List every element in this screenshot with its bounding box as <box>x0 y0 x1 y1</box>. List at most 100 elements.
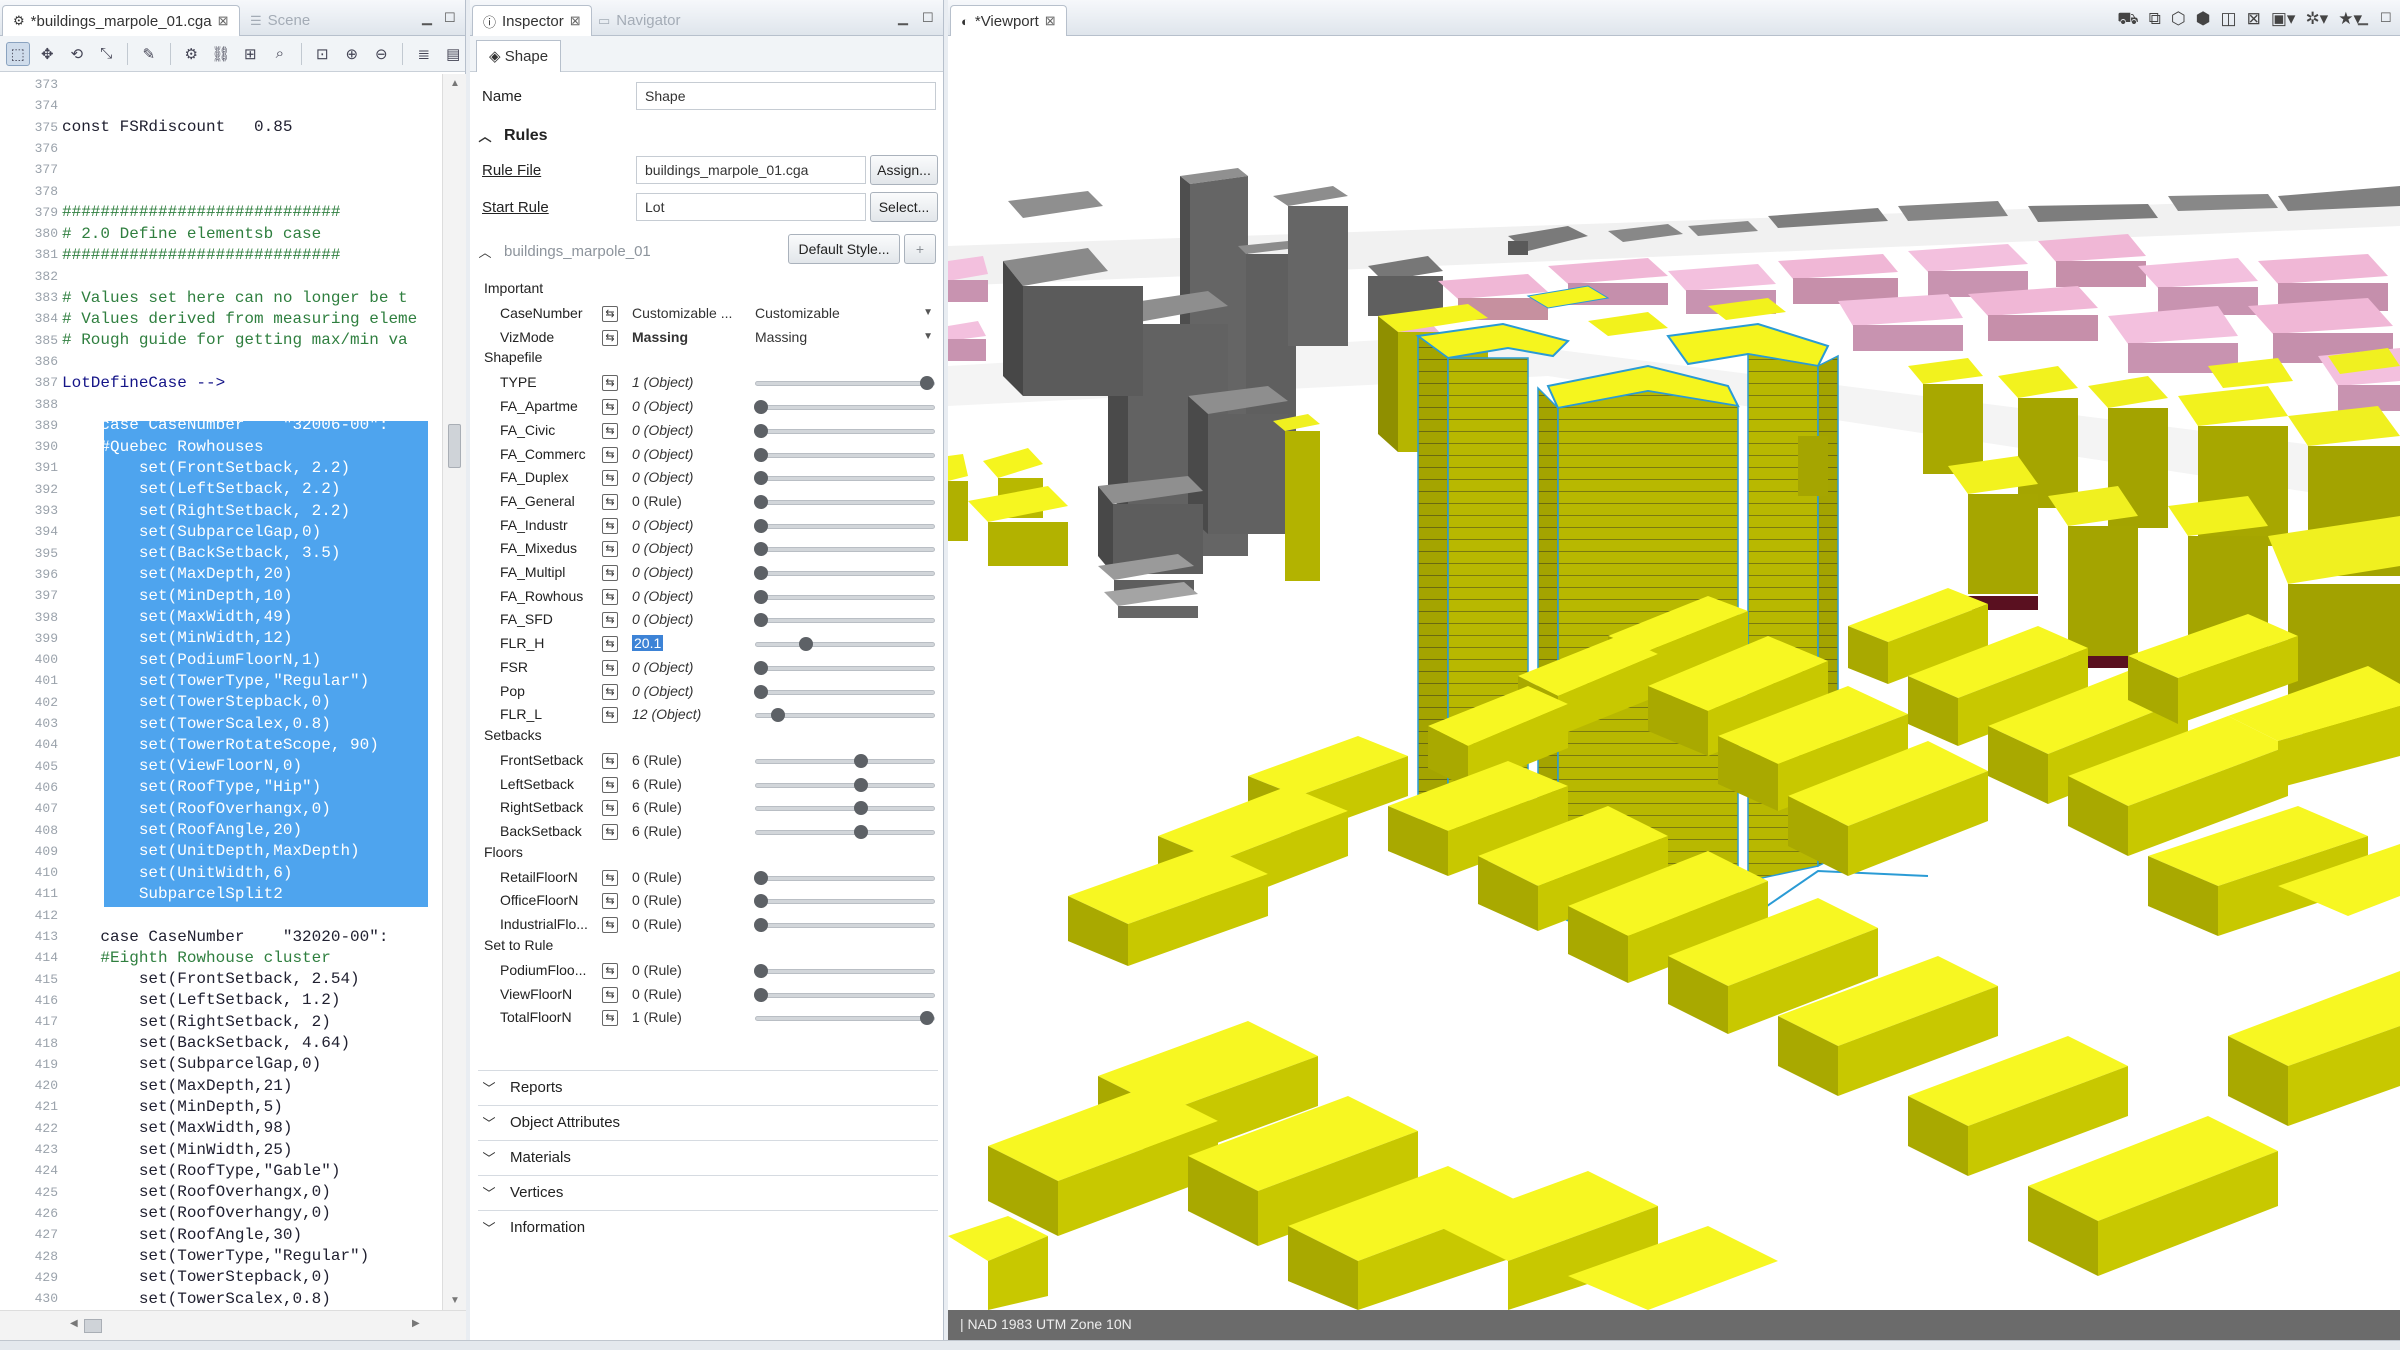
maximize-icon[interactable]: ☐ <box>444 10 456 26</box>
code-line[interactable]: 417 set(RightSetback, 2) <box>0 1011 442 1032</box>
start-rule-link[interactable]: Start Rule <box>482 199 549 216</box>
start-rule-field[interactable]: Lot <box>636 193 866 221</box>
slider-knob[interactable] <box>754 518 768 533</box>
connect-attribute-icon[interactable]: ⇆ <box>602 752 618 769</box>
tab-cga-file[interactable]: ⚙ *buildings_marpole_01.cga ⊠ <box>2 5 240 36</box>
slider-knob[interactable] <box>754 589 768 604</box>
attribute-value[interactable]: 6 (Rule) <box>632 752 682 768</box>
attribute-slider[interactable] <box>754 589 935 604</box>
code-line[interactable]: 410 set(UnitWidth,6) <box>0 862 442 883</box>
connect-attribute-icon[interactable]: ⇆ <box>602 306 618 322</box>
slider-knob[interactable] <box>754 894 768 909</box>
attribute-row[interactable]: PodiumFloo... ⇆ 0 (Rule) <box>470 959 944 983</box>
attribute-row[interactable]: TotalFloorN ⇆ 1 (Rule) <box>470 1006 944 1030</box>
slider-knob[interactable] <box>770 708 785 723</box>
close-icon[interactable]: ⊠ <box>1045 13 1056 29</box>
code-line[interactable]: 409 set(UnitDepth,MaxDepth) <box>0 841 442 862</box>
attribute-value[interactable]: 0 (Object) <box>632 517 693 533</box>
slider-knob[interactable] <box>754 471 768 486</box>
attribute-value[interactable]: 0 (Object) <box>632 398 693 414</box>
attribute-value[interactable]: 1 (Rule) <box>632 1009 682 1025</box>
code-line[interactable]: 403 set(TowerScalex,0.8) <box>0 713 442 734</box>
attribute-row[interactable]: FA_SFD ⇆ 0 (Object) <box>470 608 944 632</box>
attribute-slider[interactable] <box>754 613 935 628</box>
code-line[interactable]: 414 #Eighth Rowhouse cluster <box>0 947 442 968</box>
attribute-value[interactable]: 6 (Rule) <box>632 823 682 839</box>
attribute-value[interactable]: 0 (Object) <box>632 469 693 485</box>
slider-knob[interactable] <box>920 1011 934 1026</box>
attribute-slider[interactable] <box>754 423 935 438</box>
attribute-slider[interactable] <box>754 447 935 462</box>
code-line[interactable]: 381 ############################# <box>0 244 442 265</box>
frame-icon[interactable]: ⊡ <box>311 42 335 66</box>
connect-attribute-icon[interactable]: ⇆ <box>602 1010 618 1027</box>
assign-button[interactable]: Assign... <box>870 155 938 185</box>
attribute-row[interactable]: ViewFloorN ⇆ 0 (Rule) <box>470 983 944 1007</box>
settings-icon[interactable]: ✲▾ <box>2305 9 2328 31</box>
attribute-row[interactable]: TYPE ⇆ 1 (Object) <box>470 371 944 395</box>
connect-attribute-icon[interactable]: ⇆ <box>602 399 618 416</box>
code-line[interactable]: 378 <box>0 181 442 202</box>
attribute-slider[interactable] <box>755 637 935 652</box>
attribute-value[interactable]: 6 (Rule) <box>632 776 682 792</box>
list-icon[interactable]: ≣ <box>412 42 436 66</box>
code-line[interactable]: 384 # Values derived from measuring eleme <box>0 308 442 329</box>
scroll-left-icon[interactable]: ◀ <box>70 1318 78 1329</box>
connect-attribute-icon[interactable]: ⇆ <box>602 541 618 558</box>
connect-attribute-icon[interactable]: ⇆ <box>602 659 618 676</box>
attribute-value[interactable]: 12 (Object) <box>632 706 701 722</box>
code-line[interactable]: 418 set(BackSetback, 4.64) <box>0 1033 442 1054</box>
slider-knob[interactable] <box>754 870 768 885</box>
attribute-value[interactable]: 0 (Rule) <box>632 916 682 932</box>
slider-knob[interactable] <box>853 777 868 792</box>
slider-knob[interactable] <box>754 447 768 462</box>
connect-attribute-icon[interactable]: ⇆ <box>602 422 618 439</box>
code-line[interactable]: 395 set(BackSetback, 3.5) <box>0 543 442 564</box>
attribute-row[interactable]: Pop ⇆ 0 (Object) <box>470 680 944 704</box>
code-line[interactable]: 423 set(MinWidth,25) <box>0 1139 442 1160</box>
slider-knob[interactable] <box>754 918 768 933</box>
attribute-row[interactable]: RightSetback ⇆ 6 (Rule) <box>470 796 944 820</box>
connect-attribute-icon[interactable]: ⇆ <box>602 588 618 605</box>
zoom-out-icon[interactable]: ⊖ <box>370 42 394 66</box>
attribute-slider[interactable] <box>755 708 935 723</box>
attribute-slider[interactable] <box>755 801 935 816</box>
code-line[interactable]: 408 set(RoofAngle,20) <box>0 820 442 841</box>
code-line[interactable]: 402 set(TowerStepback,0) <box>0 692 442 713</box>
layers-icon[interactable]: ◫ <box>2221 9 2237 31</box>
collapsed-section[interactable]: ﹀ Object Attributes <box>478 1105 938 1139</box>
connect-attribute-icon[interactable]: ⇆ <box>602 683 618 700</box>
attribute-value[interactable]: 0 (Object) <box>632 564 693 580</box>
attribute-value[interactable]: 0 (Object) <box>632 588 693 604</box>
code-editor[interactable]: 373 374 375 const FSRdiscount 0.85 376 377 378… <box>0 74 442 1310</box>
code-line[interactable]: 413 case CaseNumber "32020-00": <box>0 926 442 947</box>
hscrollbar-thumb[interactable] <box>84 1319 102 1333</box>
attribute-row[interactable]: FA_Rowhous ⇆ 0 (Object) <box>470 585 944 609</box>
name-field[interactable]: Shape <box>636 82 936 110</box>
collapsed-section[interactable]: ﹀ Reports <box>478 1070 938 1104</box>
attribute-row[interactable]: FLR_L ⇆ 12 (Object) <box>470 703 944 727</box>
select-button[interactable]: Select... <box>870 192 938 222</box>
rotate-tool-icon[interactable]: ⟲ <box>65 42 89 66</box>
attribute-row[interactable]: FSR ⇆ 0 (Object) <box>470 656 944 680</box>
scroll-up-icon[interactable]: ▲ <box>450 78 460 89</box>
attribute-value[interactable]: 0 (Object) <box>632 683 693 699</box>
slider-knob[interactable] <box>754 423 768 438</box>
code-line[interactable]: 396 set(MaxDepth,20) <box>0 564 442 585</box>
move-tool-icon[interactable]: ✥ <box>36 42 60 66</box>
code-line[interactable]: 416 set(LeftSetback, 1.2) <box>0 990 442 1011</box>
close-icon[interactable]: ⊠ <box>570 13 581 29</box>
attribute-row[interactable]: OfficeFloorN ⇆ 0 (Rule) <box>470 889 944 913</box>
slider-knob[interactable] <box>754 684 768 699</box>
connect-attribute-icon[interactable]: ⇆ <box>602 612 618 629</box>
attribute-slider[interactable] <box>755 753 935 768</box>
attribute-value[interactable]: 20.1 <box>632 635 664 652</box>
code-line[interactable]: 427 set(RoofAngle,30) <box>0 1224 442 1245</box>
select-tool-icon[interactable]: ⬚ <box>6 41 30 66</box>
camera-icon[interactable]: ⛟ <box>2117 9 2138 31</box>
attribute-slider[interactable] <box>754 894 935 909</box>
rule-file-field[interactable]: buildings_marpole_01.cga <box>636 156 866 184</box>
attribute-value[interactable]: 0 (Rule) <box>632 962 682 978</box>
connect-attribute-icon[interactable]: ⇆ <box>602 375 618 392</box>
attribute-row[interactable]: RetailFloorN ⇆ 0 (Rule) <box>470 866 944 890</box>
